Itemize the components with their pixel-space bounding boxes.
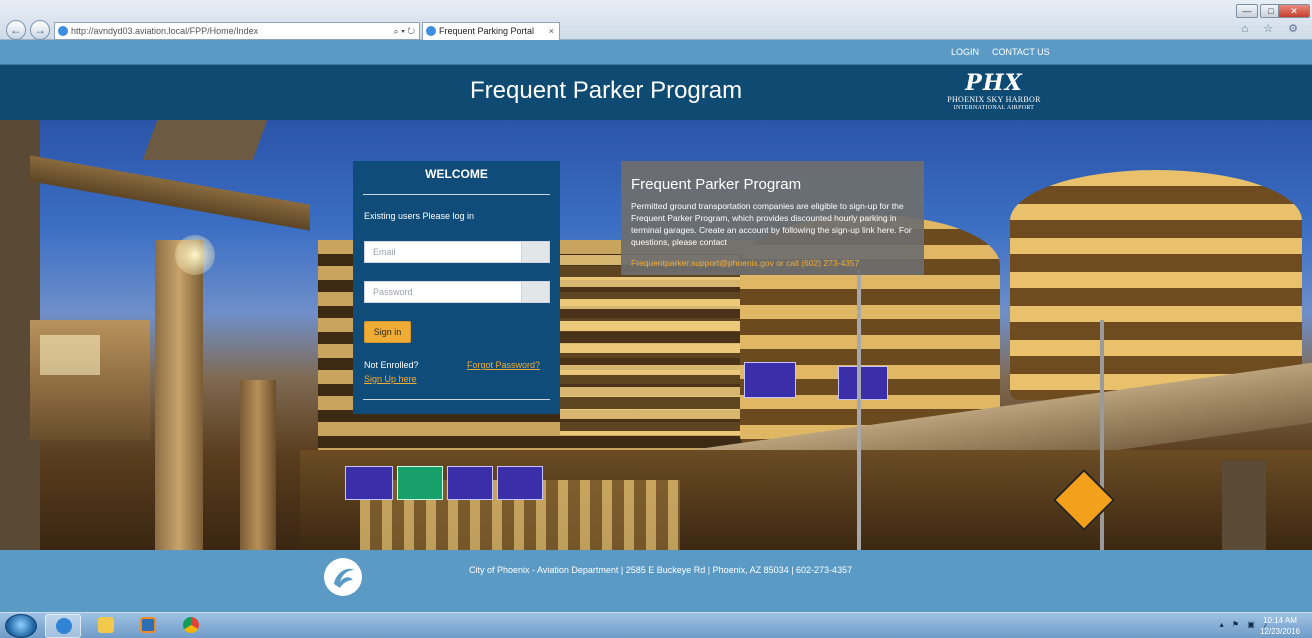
folder-icon [98,617,114,633]
email-addon [521,242,549,262]
clock-date: 12/23/2016 [1259,627,1301,636]
site-header: Frequent Parker Program PHX PHOENIX SKY … [0,64,1312,120]
forgot-password-link[interactable]: Forgot Password? [467,360,540,370]
forward-button[interactable]: → [30,20,50,40]
card-bottom-divider [363,399,550,400]
login-card: WELCOME Existing users Please log in Sig… [353,161,560,414]
email-input[interactable] [365,242,523,262]
chrome-icon [183,617,199,633]
sign-in-button[interactable]: Sign in [364,321,411,343]
page-title: Frequent Parker Program [470,77,743,104]
file-explorer-taskbar-button[interactable] [88,614,124,638]
address-url: http://avndyd03.aviation.local/FPP/Home/… [71,26,259,36]
login-link[interactable]: LOGIN [951,47,979,57]
internet-explorer-taskbar-button[interactable] [45,614,81,638]
media-player-taskbar-button[interactable] [130,614,166,638]
utility-nav: LOGIN CONTACT US [0,40,1312,64]
tab-title: Frequent Parking Portal [439,26,535,36]
sign-up-link[interactable]: Sign Up here [364,374,417,384]
media-player-icon [140,617,156,633]
logo-line-1: PHOENIX SKY HARBOR [947,95,1041,104]
tab-close-icon[interactable]: × [549,23,554,39]
footer-address: City of Phoenix - Aviation Department | … [469,565,853,575]
program-info-panel: Frequent Parker Program Permitted ground… [621,161,924,275]
welcome-divider [363,194,550,195]
home-favorites-settings-icon[interactable]: ⌂ ☆ ⚙ [1242,22,1304,35]
contact-us-link[interactable]: CONTACT US [992,47,1050,57]
logo-mark: PHX [965,70,1023,96]
chrome-taskbar-button[interactable] [173,614,209,638]
internet-explorer-icon [56,618,72,634]
password-field[interactable] [364,281,550,303]
browser-tab[interactable]: Frequent Parking Portal × [422,22,560,40]
back-button[interactable]: ← [6,20,26,40]
phx-logo[interactable]: PHX PHOENIX SKY HARBOR INTERNATIONAL AIR… [942,71,1046,115]
search-refresh-icon[interactable]: ⌕ ▾ ↻ [394,23,415,39]
window-close-button[interactable]: ✕ [1278,4,1310,18]
clock[interactable]: 10:14 AM 12/23/2016 [1256,615,1304,637]
browser-chrome: ← → http://avndyd03.aviation.local/FPP/H… [0,0,1312,40]
not-enrolled-label: Not Enrolled? [364,360,419,370]
support-contact-link[interactable]: Frequentparker.support@phoenix.gov or ca… [631,258,921,268]
start-button[interactable] [5,614,37,638]
back-arrow-icon: ← [10,23,22,37]
logo-line-2: INTERNATIONAL AIRPORT [953,105,1035,111]
password-input[interactable] [365,282,523,302]
login-subtitle: Existing users Please log in [364,211,475,221]
minimize-button[interactable]: — [1236,4,1258,18]
info-body: Permitted ground transportation companie… [631,201,912,247]
tab-favicon-icon [426,26,436,36]
city-of-phoenix-logo-icon [324,558,362,596]
password-addon [521,282,549,302]
clock-time: 10:14 AM [1263,616,1297,625]
taskbar: ▴ ⚑ ▣ ♪ 10:14 AM 12/23/2016 [0,612,1312,638]
page-favicon-icon [58,26,68,36]
info-title: Frequent Parker Program [631,176,802,193]
forward-arrow-icon: → [34,23,46,37]
address-bar[interactable]: http://avndyd03.aviation.local/FPP/Home/… [54,22,420,40]
site-footer: City of Phoenix - Aviation Department | … [0,550,1312,612]
welcome-heading: WELCOME [425,167,488,181]
email-field[interactable] [364,241,550,263]
